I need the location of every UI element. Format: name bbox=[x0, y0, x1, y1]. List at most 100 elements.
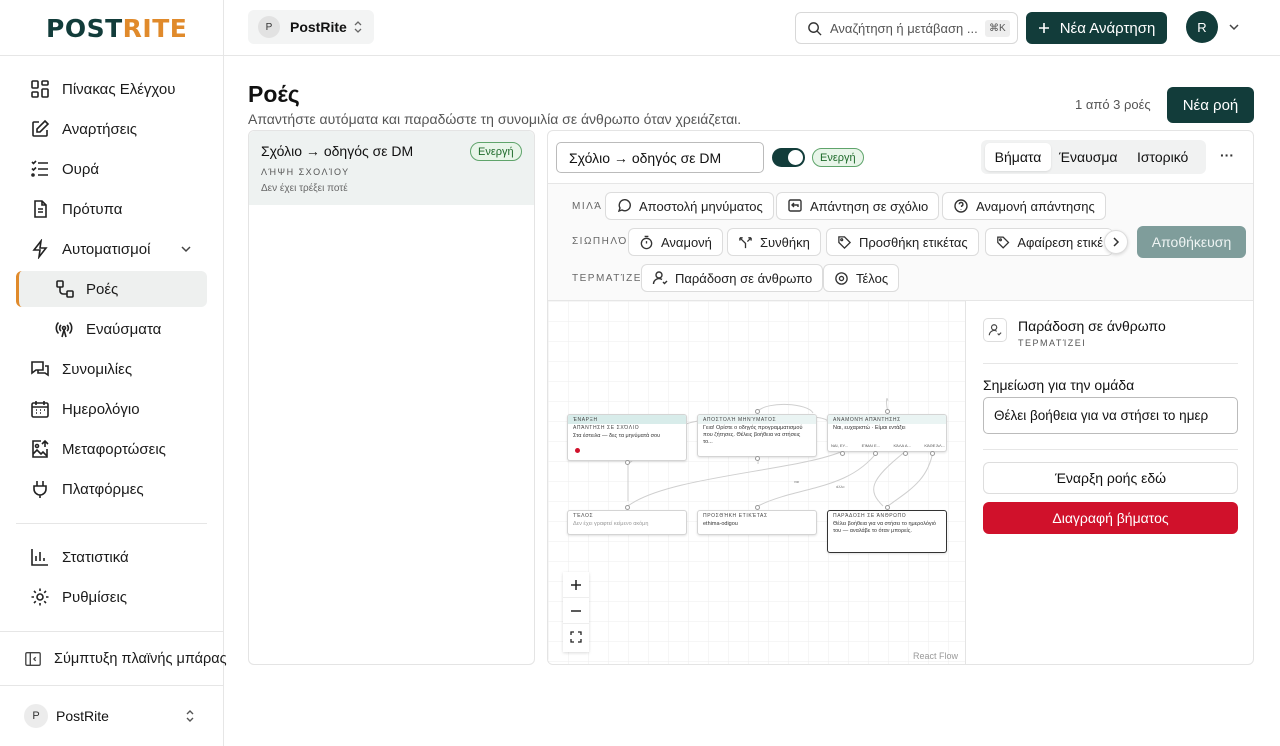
zoom-in-button[interactable] bbox=[563, 572, 589, 598]
palette-delay[interactable]: Αναμονή bbox=[628, 228, 723, 256]
brand-logo[interactable]: POSTRITE bbox=[46, 14, 187, 43]
sidebar-item-label: Αναρτήσεις bbox=[62, 121, 137, 138]
sidebar: POSTRITE Πίνακας Ελέγχου Αναρτήσεις Ουρά… bbox=[0, 0, 227, 746]
divider bbox=[224, 55, 1280, 56]
status-dot bbox=[575, 448, 580, 453]
delete-step-button[interactable]: Διαγραφή βήματος bbox=[983, 502, 1238, 534]
team-note-input[interactable]: Θέλει βοήθεια για να στήσει το ημερ bbox=[983, 397, 1238, 434]
search-bar[interactable]: Αναζήτηση ή μετάβαση ... ⌘K bbox=[795, 12, 1018, 44]
palette-send-message[interactable]: Αποστολή μηνύματος bbox=[605, 192, 774, 220]
node-handle[interactable] bbox=[930, 451, 935, 456]
status-badge: Ενεργή bbox=[812, 148, 864, 167]
palette-handoff[interactable]: Παράδοση σε άνθρωπο bbox=[641, 264, 824, 292]
fit-view-button[interactable] bbox=[563, 624, 589, 650]
sidebar-item-conversations[interactable]: Συνομιλίες bbox=[16, 351, 207, 387]
node-port-label: ΕΊΜΑΙ Ε... bbox=[861, 443, 880, 448]
sidebar-item-queue[interactable]: Ουρά bbox=[16, 151, 207, 187]
more-options-button[interactable]: ··· bbox=[1220, 147, 1234, 163]
flow-list-item[interactable]: Σχόλιο → οδηγός σε DM Ενεργή ΛΉΨΗ ΣΧΟΛΊΟ… bbox=[249, 131, 534, 205]
tab-history[interactable]: Ιστορικό bbox=[1137, 149, 1188, 165]
palette-item-label: Απάντηση σε σχόλιο bbox=[810, 198, 929, 214]
node-ports: ΝΑΙ, ΕΥ... ΕΊΜΑΙ Ε... ΚΆΛΑ Α... ΚΆΘΕ ΆΛ.… bbox=[831, 443, 945, 448]
workspace-switcher[interactable]: P PostRite bbox=[248, 10, 374, 44]
tab-trigger[interactable]: Έναυσμα bbox=[1059, 149, 1118, 165]
chevron-down-icon[interactable] bbox=[1228, 22, 1240, 32]
canvas-node-start[interactable]: ΈΝΑΡΞΗ ΑΠΆΝΤΗΣΗ ΣΕ ΣΧΌΛΙΟ Στα έστειλα — … bbox=[567, 414, 687, 461]
react-flow-attribution[interactable]: React Flow bbox=[913, 651, 958, 661]
node-port-label: ΚΆΘΕ ΆΛ... bbox=[924, 443, 945, 448]
zoom-out-button[interactable] bbox=[563, 598, 589, 624]
dashboard-icon bbox=[31, 80, 49, 98]
start-flow-here-button[interactable]: Έναρξη ροής εδώ bbox=[983, 462, 1238, 494]
canvas-node-send-message[interactable]: ΑΠΟΣΤΟΛΉ ΜΗΝΎΜΑΤΟΣ Γεια! Ορίστε ο οδηγός… bbox=[697, 414, 817, 457]
workspace-switcher-footer[interactable]: P PostRite bbox=[16, 700, 207, 732]
sidebar-item-uploads[interactable]: Μεταφορτώσεις bbox=[16, 431, 207, 467]
node-handle[interactable] bbox=[755, 505, 760, 510]
search-input[interactable]: Αναζήτηση ή μετάβαση ... bbox=[830, 21, 978, 36]
sidebar-item-triggers[interactable]: Εναύσματα bbox=[16, 311, 207, 347]
split-icon bbox=[739, 236, 752, 248]
stop-circle-icon bbox=[835, 271, 848, 285]
palette-item-label: Αποστολή μηνύματος bbox=[639, 198, 763, 214]
sidebar-item-posts[interactable]: Αναρτήσεις bbox=[16, 111, 207, 147]
node-handle[interactable] bbox=[885, 505, 890, 510]
lightning-icon bbox=[32, 239, 48, 259]
sidebar-item-label: Ροές bbox=[86, 281, 119, 298]
sidebar-item-statistics[interactable]: Στατιστικά bbox=[16, 539, 207, 575]
node-handle[interactable] bbox=[755, 456, 760, 461]
flow-canvas[interactable]: ναι άλλο ΈΝΑΡΞΗ ΑΠΆΝΤΗΣΗ ΣΕ ΣΧΌΛΙΟ Στα έ… bbox=[548, 301, 966, 664]
node-handle[interactable] bbox=[840, 451, 845, 456]
new-flow-button[interactable]: Νέα ροή bbox=[1167, 87, 1254, 123]
palette-remove-tag[interactable]: Αφαίρεση ετικέ bbox=[985, 228, 1113, 256]
palette-ends-label: ΤΕΡΜΑΤΊΖΕΙ bbox=[572, 273, 647, 284]
tab-steps[interactable]: Βήματα bbox=[985, 143, 1051, 171]
sidebar-item-templates[interactable]: Πρότυπα bbox=[16, 191, 207, 227]
canvas-node-add-tag[interactable]: ΠΡΟΣΘΉΚΗ ΕΤΙΚΈΤΑΣ ethima-odigou bbox=[697, 510, 817, 535]
new-post-button[interactable]: Νέα Ανάρτηση bbox=[1026, 12, 1167, 44]
chevron-right-icon bbox=[1113, 237, 1120, 247]
timer-icon bbox=[640, 235, 653, 249]
flow-icon bbox=[56, 280, 74, 298]
node-handle[interactable] bbox=[885, 409, 890, 414]
palette-scroll-right-button[interactable] bbox=[1104, 230, 1128, 254]
canvas-node-end[interactable]: ΤΈΛΟΣ Δεν έχει γραφτεί κείμενο ακόμη bbox=[567, 510, 687, 535]
palette-await-reply[interactable]: Αναμονή απάντησης bbox=[942, 192, 1106, 220]
search-icon bbox=[808, 22, 822, 36]
sidebar-item-flows[interactable]: Ροές bbox=[16, 271, 207, 307]
node-body: Θέλει βοήθεια για να στήσει το ημερολόγι… bbox=[833, 521, 936, 534]
sidebar-item-platforms[interactable]: Πλατφόρμες bbox=[16, 471, 207, 507]
canvas-node-handoff[interactable]: ΠΑΡΆΔΟΣΗ ΣΕ ΆΝΘΡΩΠΟ Θέλει βοήθεια για να… bbox=[827, 510, 947, 553]
node-handle[interactable] bbox=[873, 451, 878, 456]
canvas-node-await-reply[interactable]: ΑΝΑΜΟΝΉ ΑΠΆΝΤΗΣΗΣ Ναι, ευχαριστώ · Είμαι… bbox=[827, 414, 947, 452]
flow-count: 1 από 3 ροές bbox=[1075, 97, 1151, 112]
node-header: ΑΠΟΣΤΟΛΉ ΜΗΝΎΜΑΤΟΣ bbox=[698, 415, 816, 424]
palette-item-label: Αναμονή απάντησης bbox=[976, 198, 1095, 214]
canvas-grid: ναι άλλο bbox=[548, 301, 965, 664]
node-header: ΠΑΡΆΔΟΣΗ ΣΕ ΆΝΘΡΩΠΟ bbox=[828, 511, 946, 520]
page-title: Ροές bbox=[248, 81, 300, 107]
node-header: ΑΝΑΜΟΝΉ ΑΠΆΝΤΗΣΗΣ bbox=[828, 415, 946, 424]
palette-add-tag[interactable]: Προσθήκη ετικέτας bbox=[826, 228, 979, 256]
sidebar-item-calendar[interactable]: Ημερολόγιο bbox=[16, 391, 207, 427]
editor-tabs: Βήματα Έναυσμα Ιστορικό bbox=[981, 140, 1206, 174]
sidebar-item-dashboard[interactable]: Πίνακας Ελέγχου bbox=[16, 71, 207, 107]
node-port-label: ΝΑΙ, ΕΥ... bbox=[831, 443, 849, 448]
sidebar-item-automations[interactable]: Αυτοματισμοί bbox=[16, 231, 207, 267]
flow-name-input[interactable]: Σχόλιο → οδηγός σε DM bbox=[556, 142, 764, 173]
palette-condition[interactable]: Συνθήκη bbox=[727, 228, 821, 256]
node-handle[interactable] bbox=[755, 409, 760, 414]
sidebar-item-label: Ημερολόγιο bbox=[62, 401, 140, 418]
node-handle[interactable] bbox=[903, 451, 908, 456]
node-header-label: ΠΡΟΣΘΉΚΗ ΕΤΙΚΈΤΑΣ bbox=[703, 512, 768, 519]
sidebar-item-label: Ουρά bbox=[62, 161, 100, 178]
node-handle[interactable] bbox=[625, 460, 630, 465]
collapse-sidebar-button[interactable]: Σύμπτυξη πλαϊνής μπάρας bbox=[10, 641, 227, 677]
active-toggle[interactable] bbox=[772, 148, 805, 167]
user-avatar[interactable]: R bbox=[1186, 11, 1218, 43]
palette-item-label: Παράδοση σε άνθρωπο bbox=[675, 270, 813, 286]
palette-end[interactable]: Τέλος bbox=[823, 264, 900, 292]
node-handle[interactable] bbox=[625, 505, 630, 510]
palette-reply-comment[interactable]: Απάντηση σε σχόλιο bbox=[776, 192, 940, 220]
sidebar-item-settings[interactable]: Ρυθμίσεις bbox=[16, 579, 207, 615]
save-button[interactable]: Αποθήκευση bbox=[1137, 226, 1246, 258]
